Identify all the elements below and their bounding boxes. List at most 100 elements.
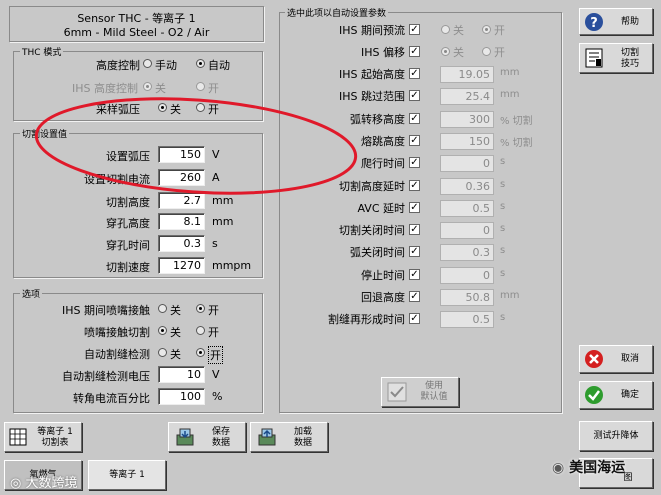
cut-tips-button[interactable]: 切割 技巧 — [579, 43, 653, 73]
option-nozzle-contact-cut-on-radio[interactable] — [196, 326, 205, 335]
plasma-cut-table-button[interactable]: 等离子 1 切割表 — [4, 422, 82, 452]
auto-param-unit: s — [500, 201, 506, 212]
auto-param-check[interactable]: ✓ — [409, 113, 420, 124]
auto-param-label: IHS 跳过范围 — [339, 90, 405, 103]
auto-param-label: 弧关闭时间 — [350, 246, 405, 259]
auto-param-check[interactable]: ✓ — [409, 246, 420, 257]
ihs-prefire-on-radio[interactable] — [482, 25, 491, 34]
pierce-time-input[interactable]: 0.3 — [158, 235, 205, 252]
auto-param-unit: s — [500, 179, 506, 190]
save-label2: 数据 — [211, 438, 230, 448]
kerf-voltage-input[interactable]: 10 — [158, 366, 205, 383]
height-control-manual-label: 手动 — [155, 59, 177, 72]
load-label2: 数据 — [293, 438, 312, 448]
option-auto-kerf-detect-on-radio[interactable] — [196, 348, 205, 357]
auto-param-input[interactable]: 0.36 — [440, 178, 494, 195]
auto-param-input[interactable]: 150 — [440, 133, 494, 150]
ihs-offset-off-radio[interactable] — [441, 47, 450, 56]
cut-row-unit: mmpm — [212, 259, 252, 272]
auto-param-input[interactable]: 0 — [440, 267, 494, 284]
corner-current-input[interactable]: 100 — [158, 388, 205, 405]
load-data-button[interactable]: 加载 数据 — [250, 422, 328, 452]
auto-param-input[interactable]: 0 — [440, 155, 494, 172]
auto-param-check[interactable]: ✓ — [409, 180, 420, 191]
cut-row-unit: A — [212, 171, 220, 184]
corner-current-label: 转角电流百分比 — [73, 392, 150, 405]
auto-params-title: 选中此项以自动设置参数 — [285, 6, 389, 19]
height-control-manual-radio[interactable] — [143, 59, 152, 68]
ihs-offset-label: IHS 偏移 — [361, 46, 405, 59]
auto-param-input[interactable]: 19.05 — [440, 66, 494, 83]
auto-param-label: 回退高度 — [361, 291, 405, 304]
cut-height-input[interactable]: 2.7 — [158, 192, 205, 209]
cancel-label: 取消 — [620, 354, 639, 364]
option-row-label: 喷嘴接触切割 — [84, 326, 150, 339]
save-label1: 保存 — [211, 427, 230, 437]
auto-param-check[interactable]: ✓ — [409, 224, 420, 235]
cut-row-unit: mm — [212, 215, 234, 228]
ihs-offset-check[interactable]: ✓ — [409, 46, 420, 57]
watermark-right-icon: ◉ — [552, 460, 570, 476]
cut-row-unit: s — [212, 237, 218, 250]
set-cut-current-input[interactable]: 260 — [158, 169, 205, 186]
cut-row-label: 穿孔高度 — [106, 217, 150, 230]
cut-row-label: 设置切割电流 — [84, 173, 150, 186]
auto-param-input[interactable]: 0.3 — [440, 244, 494, 261]
auto-param-check[interactable]: ✓ — [409, 313, 420, 324]
option-auto-kerf-detect-off-radio[interactable] — [158, 348, 167, 357]
ihs-height-on-radio[interactable] — [196, 82, 205, 91]
ok-icon — [585, 386, 603, 404]
auto-param-check[interactable]: ✓ — [409, 157, 420, 168]
cancel-button[interactable]: 取消 — [579, 345, 653, 373]
auto-param-unit: s — [500, 268, 506, 279]
use-defaults-button[interactable]: 使用 默认值 — [381, 377, 459, 407]
watermark-right-text: 美国海运 — [569, 460, 626, 476]
save-icon — [176, 428, 194, 446]
cut-row-label: 切割速度 — [106, 261, 150, 274]
auto-param-check[interactable]: ✓ — [409, 269, 420, 280]
option-nozzle-contact-ihs-on-radio[interactable] — [196, 304, 205, 313]
auto-param-unit: % 切割 — [500, 116, 533, 127]
save-data-button[interactable]: 保存 数据 — [168, 422, 246, 452]
auto-param-check[interactable]: ✓ — [409, 202, 420, 213]
auto-param-check[interactable]: ✓ — [409, 291, 420, 302]
auto-param-label: 弧转移高度 — [350, 113, 405, 126]
watermark-right: ◉ 美国海运 — [552, 457, 625, 477]
sample-voltage-off-radio[interactable] — [158, 103, 167, 112]
cut-settings-title: 切割设置值 — [20, 127, 70, 140]
cut-speed-input[interactable]: 1270 — [158, 257, 205, 274]
auto-param-input[interactable]: 0.5 — [440, 200, 494, 217]
help-button[interactable]: ? 帮助 — [579, 8, 653, 35]
option-on-label: 开 — [208, 304, 219, 317]
set-arc-voltage-input[interactable]: 150 — [158, 146, 205, 163]
auto-param-input[interactable]: 300 — [440, 111, 494, 128]
auto-param-input[interactable]: 0 — [440, 222, 494, 239]
option-nozzle-contact-ihs-off-radio[interactable] — [158, 304, 167, 313]
sample-voltage-on-radio[interactable] — [196, 103, 205, 112]
options-title: 选项 — [20, 287, 43, 300]
auto-param-input[interactable]: 0.5 — [440, 311, 494, 328]
auto-param-check[interactable]: ✓ — [409, 90, 420, 101]
ihs-prefire-off-radio[interactable] — [441, 25, 450, 34]
cancel-icon — [585, 350, 603, 368]
test-lifter-button[interactable]: 测试升降体 — [579, 421, 653, 451]
ihs-height-on-label: 开 — [208, 82, 219, 95]
height-control-auto-radio[interactable] — [196, 59, 205, 68]
ihs-height-off-radio[interactable] — [143, 82, 152, 91]
height-control-label: 高度控制 — [96, 59, 140, 72]
auto-param-input[interactable]: 50.8 — [440, 289, 494, 306]
option-nozzle-contact-cut-off-radio[interactable] — [158, 326, 167, 335]
ihs-prefire-check[interactable]: ✓ — [409, 24, 420, 35]
option-row-label: 自动割缝检测 — [84, 348, 150, 361]
ok-button[interactable]: 确定 — [579, 381, 653, 409]
auto-param-input[interactable]: 25.4 — [440, 88, 494, 105]
pierce-height-input[interactable]: 8.1 — [158, 213, 205, 230]
svg-text:?: ? — [590, 16, 598, 31]
auto-param-check[interactable]: ✓ — [409, 135, 420, 146]
auto-param-label: AVC 延时 — [357, 202, 405, 215]
auto-param-check[interactable]: ✓ — [409, 68, 420, 79]
ihs-offset-on-radio[interactable] — [482, 47, 491, 56]
ihs-prefire-label: IHS 期间预流 — [339, 24, 405, 37]
tab-plasma[interactable]: 等离子 1 — [88, 460, 166, 490]
cut-tips-icon — [585, 48, 603, 68]
